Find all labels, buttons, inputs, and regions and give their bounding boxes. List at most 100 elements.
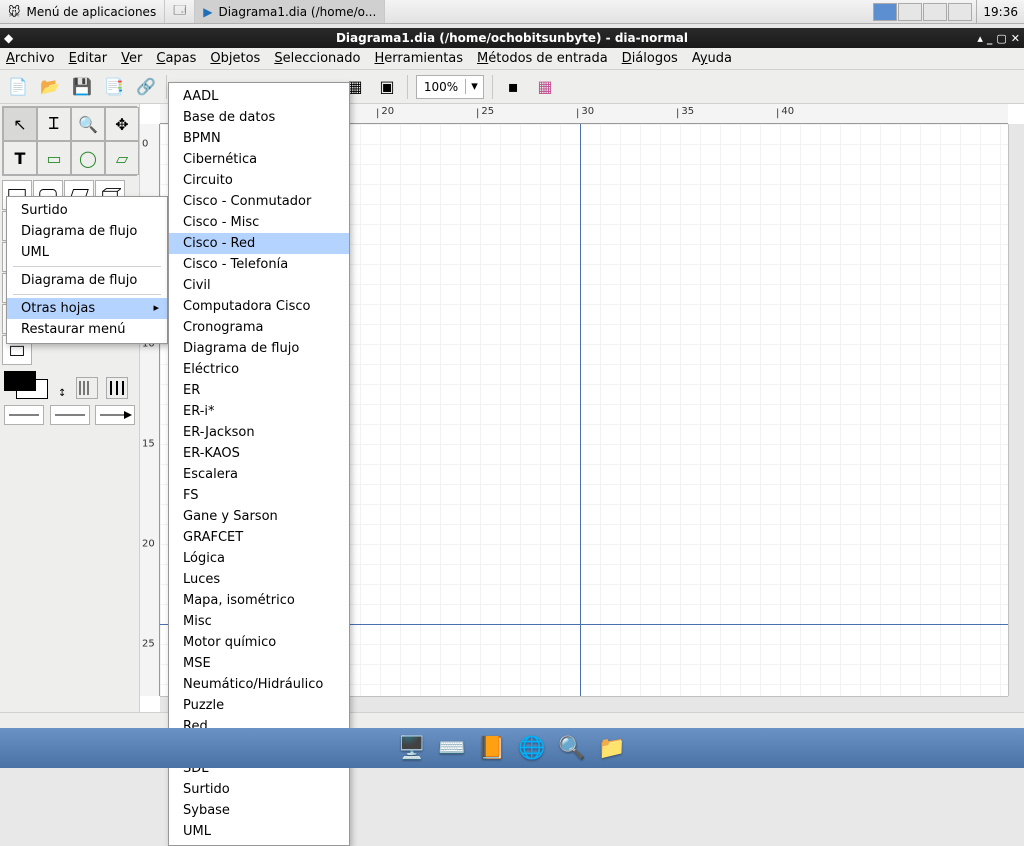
maximize-button[interactable]: ▢ [996, 32, 1006, 45]
submenu-item[interactable]: Mapa, isométrico [169, 590, 349, 611]
submenu-item[interactable]: Computadora Cisco [169, 296, 349, 317]
submenu-item[interactable]: Base de datos [169, 107, 349, 128]
submenu-item[interactable]: Neumático/Hidráulico [169, 674, 349, 695]
submenu-item[interactable]: ER-i* [169, 401, 349, 422]
menu-ver[interactable]: Ver [121, 51, 142, 66]
save-as-button[interactable]: 📑 [102, 75, 126, 99]
vertical-scrollbar[interactable] [1008, 124, 1024, 696]
polygon-tool[interactable]: ▱ [105, 141, 139, 175]
menu-capas[interactable]: Capas [156, 51, 196, 66]
close-button[interactable]: ✕ [1011, 32, 1020, 45]
menu-item[interactable]: Diagrama de flujo [7, 270, 167, 291]
xfce-icon: 🐭 [8, 5, 21, 19]
ellipse-tool[interactable]: ◯ [71, 141, 105, 175]
submenu-item[interactable]: Motor químico [169, 632, 349, 653]
open-file-button[interactable]: 📂 [38, 75, 62, 99]
desktop-taskbar: 🐭 Menú de aplicaciones 🗔 ▶ Diagrama1.dia… [0, 0, 1024, 24]
color-swatch[interactable] [4, 371, 48, 399]
arrow-end[interactable] [95, 405, 135, 425]
submenu-item[interactable]: Circuito [169, 170, 349, 191]
dock-desktop-icon[interactable]: 🖥️ [396, 732, 428, 764]
menu-editar[interactable]: Editar [69, 51, 108, 66]
sheets-context-menu: Surtido Diagrama de flujo UML Diagrama d… [6, 196, 168, 344]
submenu-item[interactable]: Misc [169, 611, 349, 632]
line-pattern-1[interactable] [76, 377, 98, 399]
menubar: Archivo Editar Ver Capas Objetos Selecci… [0, 48, 1024, 70]
scroll-tool[interactable]: ✥ [105, 107, 139, 141]
submenu-item[interactable]: Cibernética [169, 149, 349, 170]
swap-colors-icon[interactable]: ↕ [58, 388, 66, 399]
submenu-item[interactable]: Civil [169, 275, 349, 296]
clock: 19:36 [976, 0, 1024, 23]
menu-item[interactable]: Surtido [7, 200, 167, 221]
desktop-dock: 🖥️ ⌨️ 📙 🌐 🔍 📁 [0, 728, 1024, 768]
submenu-item[interactable]: Cisco - Misc [169, 212, 349, 233]
submenu-item[interactable]: Diagrama de flujo [169, 338, 349, 359]
submenu-item[interactable]: Cisco - Conmutador [169, 191, 349, 212]
submenu-item[interactable]: Eléctrico [169, 359, 349, 380]
submenu-item[interactable]: BPMN [169, 128, 349, 149]
window-title: Diagrama1.dia (/home/ochobitsunbyte) - d… [336, 31, 688, 45]
menu-ayuda[interactable]: Ayuda [692, 51, 732, 66]
zoom-dropdown-icon[interactable]: ▾ [465, 79, 483, 94]
menu-item[interactable]: UML [7, 242, 167, 263]
menu-dialogos[interactable]: Diálogos [622, 51, 678, 66]
submenu-item[interactable]: ER [169, 380, 349, 401]
zoom-input[interactable] [417, 80, 465, 94]
new-file-button[interactable]: 📄 [6, 75, 30, 99]
snap-toggle-button[interactable]: ▣ [375, 75, 399, 99]
dock-terminal-icon[interactable]: ⌨️ [436, 732, 468, 764]
apps-menu-button[interactable]: 🐭 Menú de aplicaciones [0, 0, 165, 23]
submenu-item[interactable]: MSE [169, 653, 349, 674]
shade-button[interactable]: ▴ [977, 32, 983, 45]
submenu-item[interactable]: Cronograma [169, 317, 349, 338]
menu-herramientas[interactable]: Herramientas [374, 51, 463, 66]
menu-item-otras-hojas[interactable]: Otras hojas [7, 298, 167, 319]
submenu-item[interactable]: GRAFCET [169, 527, 349, 548]
dock-folder-icon[interactable]: 📁 [596, 732, 628, 764]
submenu-item[interactable]: AADL [169, 86, 349, 107]
menu-seleccionado[interactable]: Seleccionado [274, 51, 360, 66]
box-tool[interactable]: ▭ [37, 141, 71, 175]
titlebar[interactable]: ◆ Diagrama1.dia (/home/ochobitsunbyte) -… [0, 28, 1024, 48]
submenu-item[interactable]: UML [169, 821, 349, 842]
menu-objetos[interactable]: Objetos [210, 51, 260, 66]
menu-item[interactable]: Diagrama de flujo [7, 221, 167, 242]
minimize-button[interactable]: _ [987, 32, 993, 45]
show-desktop-button[interactable]: 🗔 [165, 0, 195, 23]
submenu-item[interactable]: ER-Jackson [169, 422, 349, 443]
submenu-item[interactable]: Gane y Sarson [169, 506, 349, 527]
dock-search-icon[interactable]: 🔍 [556, 732, 588, 764]
submenu-item[interactable]: Puzzle [169, 695, 349, 716]
arrow-start[interactable] [4, 405, 44, 425]
submenu-item[interactable]: Escalera [169, 464, 349, 485]
submenu-item[interactable]: Cisco - Red [169, 233, 349, 254]
menu-item[interactable]: Restaurar menú [7, 319, 167, 340]
snap-object-button[interactable]: ▪ [501, 75, 525, 99]
submenu-item[interactable]: ER-KAOS [169, 443, 349, 464]
submenu-item[interactable]: Surtido [169, 779, 349, 800]
submenu-item[interactable]: Lógica [169, 548, 349, 569]
zoom-tool[interactable]: 🔍 [71, 107, 105, 141]
dock-web-icon[interactable]: 🌐 [516, 732, 548, 764]
chip-icon[interactable]: ▦ [533, 75, 557, 99]
submenu-item[interactable]: Luces [169, 569, 349, 590]
export-button[interactable]: 🔗 [134, 75, 158, 99]
submenu-item[interactable]: Cisco - Telefonía [169, 254, 349, 275]
window-tab[interactable]: ▶ Diagrama1.dia (/home/o... [195, 0, 385, 23]
save-button[interactable]: 💾 [70, 75, 94, 99]
workspace-pager[interactable] [873, 3, 972, 21]
zoom-combo[interactable]: ▾ [416, 75, 484, 99]
text-cursor-tool[interactable]: Ꮖ [37, 107, 71, 141]
line-style[interactable] [50, 405, 90, 425]
apps-menu-label: Menú de aplicaciones [27, 5, 157, 19]
dock-files-icon[interactable]: 📙 [476, 732, 508, 764]
submenu-item[interactable]: Sybase [169, 800, 349, 821]
window-tab-label: Diagrama1.dia (/home/o... [218, 5, 376, 19]
menu-metodos[interactable]: Métodos de entrada [477, 51, 608, 66]
line-pattern-2[interactable] [106, 377, 128, 399]
submenu-item[interactable]: FS [169, 485, 349, 506]
menu-archivo[interactable]: Archivo [6, 51, 55, 66]
pointer-tool[interactable]: ↖ [3, 107, 37, 141]
text-tool[interactable]: T [3, 141, 37, 175]
